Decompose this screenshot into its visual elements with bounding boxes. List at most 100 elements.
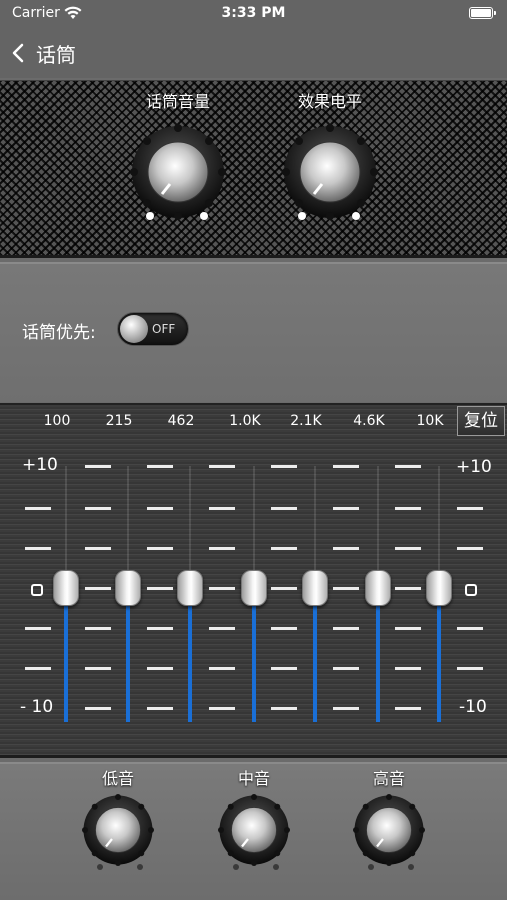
toggle-thumb <box>120 315 148 343</box>
scale-dash <box>25 507 51 510</box>
band-frequency-label: 10K <box>416 413 444 429</box>
scale-dash <box>395 507 421 510</box>
band-frequency-label: 215 <box>105 413 133 429</box>
battery-icon <box>469 7 496 19</box>
band-frequency-label: 4.6K <box>353 413 385 429</box>
scale-top-label: +10 <box>22 455 58 475</box>
scale-dash <box>333 627 359 630</box>
scale-dash <box>209 707 235 710</box>
band-frequency-label: 100 <box>43 413 71 429</box>
scale-dash <box>209 587 235 590</box>
scale-dash <box>147 667 173 670</box>
scale-dash <box>395 627 421 630</box>
knob-max-dot <box>408 864 414 870</box>
nav-bar: 话筒 <box>0 28 507 78</box>
mid-knob[interactable] <box>218 794 290 866</box>
chevron-left-icon <box>12 43 24 63</box>
scale-dash <box>147 587 173 590</box>
scale-dash <box>25 667 51 670</box>
band-slider-thumb[interactable] <box>365 570 391 606</box>
scale-dash <box>25 547 51 550</box>
band-level-fill <box>376 588 380 722</box>
scale-dash <box>85 587 111 590</box>
scale-dash <box>85 627 111 630</box>
band-level-fill <box>64 588 68 722</box>
band-slider-thumb[interactable] <box>426 570 452 606</box>
scale-dash <box>271 667 297 670</box>
scale-dash <box>457 507 483 510</box>
scale-dash <box>271 547 297 550</box>
treble-knob[interactable] <box>353 794 425 866</box>
scale-bottom-right-label: -10 <box>459 697 487 717</box>
knob-icon <box>130 124 226 220</box>
scale-dash <box>395 667 421 670</box>
band-slider-thumb[interactable] <box>177 570 203 606</box>
scale-dash <box>333 547 359 550</box>
scale-dash <box>147 627 173 630</box>
scale-dash <box>85 707 111 710</box>
knob-max-dot <box>200 212 208 220</box>
nav-title: 话筒 <box>36 42 76 67</box>
effect-level-label: 效果电平 <box>297 92 362 111</box>
treble-label: 高音 <box>372 769 405 788</box>
scale-dash <box>395 465 421 468</box>
mic-priority-label: 话筒优先: <box>22 323 96 343</box>
mic-priority-toggle[interactable]: OFF <box>117 312 189 346</box>
scale-dash <box>333 587 359 590</box>
scale-dash <box>147 707 173 710</box>
scale-dash <box>85 507 111 510</box>
scale-dash <box>271 587 297 590</box>
scale-dash <box>209 507 235 510</box>
knob-icon <box>82 794 154 866</box>
band-frequency-label: 2.1K <box>290 413 322 429</box>
scale-dash <box>395 547 421 550</box>
back-button[interactable]: 话筒 <box>8 32 76 74</box>
knob-max-dot <box>352 212 360 220</box>
knob-min-dot <box>233 864 239 870</box>
knob-max-dot <box>273 864 279 870</box>
scale-dash <box>395 587 421 590</box>
knob-min-dot <box>298 212 306 220</box>
knob-icon <box>282 124 378 220</box>
scale-dash <box>333 465 359 468</box>
scale-zero-mark-right <box>465 584 477 596</box>
scale-zero-mark <box>31 584 43 596</box>
mic-volume-label: 话筒音量 <box>145 92 210 111</box>
band-frequency-label: 462 <box>167 413 195 429</box>
reset-button[interactable]: 复位 <box>457 406 505 436</box>
status-bar: Carrier 3:33 PM <box>0 0 507 28</box>
scale-dash <box>209 465 235 468</box>
scale-dash <box>333 667 359 670</box>
scale-dash <box>147 465 173 468</box>
speaker-grille-panel <box>0 80 507 258</box>
scale-dash <box>147 507 173 510</box>
knob-min-dot <box>97 864 103 870</box>
scale-dash <box>271 507 297 510</box>
scale-dash <box>147 547 173 550</box>
band-slider-thumb[interactable] <box>115 570 141 606</box>
scale-dash <box>85 667 111 670</box>
scale-dash <box>271 707 297 710</box>
scale-dash <box>271 465 297 468</box>
band-slider-thumb[interactable] <box>53 570 79 606</box>
knob-min-dot <box>368 864 374 870</box>
bass-knob[interactable] <box>82 794 154 866</box>
scale-dash <box>457 547 483 550</box>
mid-label: 中音 <box>237 769 270 788</box>
effect-level-knob[interactable] <box>282 124 378 220</box>
scale-dash <box>457 627 483 630</box>
scale-dash <box>271 627 297 630</box>
bass-label: 低音 <box>101 769 134 788</box>
scale-dash <box>395 707 421 710</box>
band-slider-thumb[interactable] <box>241 570 267 606</box>
knob-icon <box>353 794 425 866</box>
scale-dash <box>209 667 235 670</box>
knob-icon <box>218 794 290 866</box>
mic-volume-knob[interactable] <box>130 124 226 220</box>
scale-dash <box>209 627 235 630</box>
status-time: 3:33 PM <box>221 5 286 21</box>
band-level-fill <box>437 588 441 722</box>
band-slider-thumb[interactable] <box>302 570 328 606</box>
band-level-fill <box>126 588 130 722</box>
scale-dash <box>209 547 235 550</box>
